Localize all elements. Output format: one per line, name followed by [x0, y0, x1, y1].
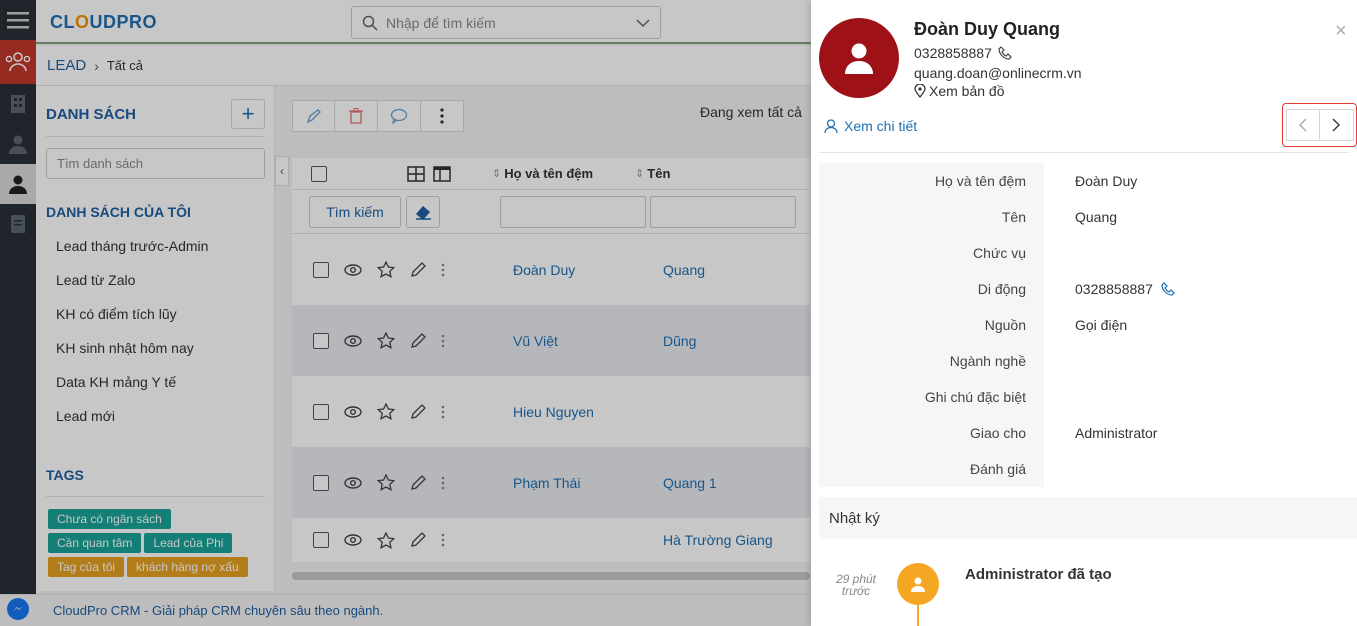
chevron-right-icon: [1332, 118, 1340, 132]
user-outline-icon: [824, 118, 838, 133]
timeline-user-icon: [897, 563, 939, 605]
lead-fields: Họ và tên đệm Đoàn Duy Tên Quang Chức vụ…: [819, 163, 1349, 487]
field-value[interactable]: Quang: [1044, 209, 1117, 225]
lead-email[interactable]: quang.doan@onlinecrm.vn: [914, 65, 1082, 81]
field-row: Họ và tên đệm Đoàn Duy: [819, 163, 1349, 199]
field-label: Ngành nghề: [819, 343, 1044, 379]
lead-name: Đoàn Duy Quang: [914, 19, 1061, 39]
phone-icon[interactable]: [1161, 282, 1175, 296]
backdrop-overlay[interactable]: [0, 0, 811, 626]
close-icon[interactable]: ×: [1335, 20, 1347, 43]
divider: [819, 152, 1349, 153]
field-row: Giao cho Administrator: [819, 415, 1349, 451]
field-row: Di động 0328858887: [819, 271, 1349, 307]
field-label: Ghi chú đặc biệt: [819, 379, 1044, 415]
field-row: Chức vụ: [819, 235, 1349, 271]
map-link[interactable]: Xem bản đồ: [914, 83, 1005, 99]
avatar: [819, 18, 899, 98]
field-label: Chức vụ: [819, 235, 1044, 271]
timeline-line: [917, 605, 919, 626]
field-label: Tên: [819, 199, 1044, 235]
log-timestamp: 29 phút trước: [835, 572, 877, 598]
view-detail-label: Xem chi tiết: [844, 118, 918, 134]
record-navigation: [1282, 103, 1357, 147]
field-value-mobile[interactable]: 0328858887: [1044, 281, 1175, 297]
field-label: Họ và tên đệm: [819, 163, 1044, 199]
phone-icon[interactable]: [998, 46, 1012, 60]
field-row: Ngành nghề: [819, 343, 1349, 379]
field-label: Di động: [819, 271, 1044, 307]
map-pin-icon: [914, 84, 926, 98]
lead-detail-panel: Đoàn Duy Quang 0328858887 quang.doan@onl…: [811, 0, 1357, 626]
field-value[interactable]: Gọi điện: [1044, 317, 1127, 333]
field-value[interactable]: Đoàn Duy: [1044, 173, 1137, 189]
activity-log-title: Nhật ký: [819, 497, 1357, 539]
chevron-left-icon: [1298, 118, 1306, 132]
lead-phone: 0328858887: [914, 45, 1012, 61]
field-row: Tên Quang: [819, 199, 1349, 235]
next-record-button[interactable]: [1319, 109, 1354, 141]
previous-record-button[interactable]: [1285, 109, 1320, 141]
mobile-number[interactable]: 0328858887: [1075, 281, 1153, 297]
log-entry-text: Administrator đã tạo: [965, 566, 1112, 583]
field-label: Giao cho: [819, 415, 1044, 451]
field-value[interactable]: Administrator: [1044, 425, 1157, 441]
view-detail-link[interactable]: Xem chi tiết: [824, 118, 917, 134]
field-label: Đánh giá: [819, 451, 1044, 487]
field-row: Ghi chú đặc biệt: [819, 379, 1349, 415]
map-link-label: Xem bản đồ: [929, 83, 1005, 99]
field-row: Đánh giá: [819, 451, 1349, 487]
field-row: Nguồn Gọi điện: [819, 307, 1349, 343]
lead-phone-number[interactable]: 0328858887: [914, 45, 992, 61]
field-label: Nguồn: [819, 307, 1044, 343]
